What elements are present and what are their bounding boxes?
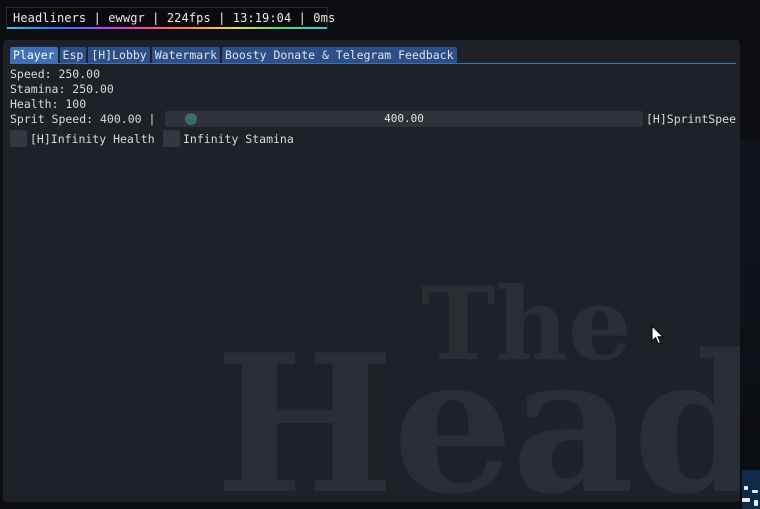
watermark-bar: Headliners | ewwgr | 224fps | 13:19:04 |… xyxy=(6,7,335,29)
menu-window[interactable]: The Head Player Esp [H]Lobby Watermark B… xyxy=(3,40,740,502)
game-screen: Headliners | ewwgr | 224fps | 13:19:04 |… xyxy=(0,0,760,509)
infinity-health-label: [H]Infinity Health xyxy=(30,131,155,146)
infinity-stamina-checkbox[interactable] xyxy=(163,130,180,147)
game-background-marks xyxy=(738,480,760,509)
background-logo-line2: Head xyxy=(215,313,740,503)
speed-readout: Speed: 250.00 xyxy=(10,67,101,81)
tab-donate-feedback[interactable]: Boosty Donate & Telegram Feedback xyxy=(222,47,457,63)
tab-watermark[interactable]: Watermark xyxy=(151,47,221,63)
tab-esp[interactable]: Esp xyxy=(59,47,87,63)
tab-bar: Player Esp [H]Lobby Watermark Boosty Don… xyxy=(10,47,459,63)
health-readout: Health: 100 xyxy=(10,97,87,111)
sprint-speed-value: 400.00 xyxy=(384,112,424,125)
sprint-speed-label: Sprit Speed: 400.00 | xyxy=(10,112,156,126)
tab-player[interactable]: Player xyxy=(10,47,58,63)
tab-lobby[interactable]: [H]Lobby xyxy=(88,47,150,63)
mouse-pointer-icon xyxy=(651,325,665,345)
watermark-text: Headliners | ewwgr | 224fps | 13:19:04 |… xyxy=(13,11,336,25)
tab-divider xyxy=(10,63,736,64)
infinity-health-checkbox[interactable] xyxy=(10,130,27,147)
infinity-health-toggle[interactable]: [H]Infinity Health xyxy=(10,130,155,147)
infinity-stamina-toggle[interactable]: Infinity Stamina xyxy=(163,130,294,147)
sprint-speed-slider-label: [H]SprintSpee xyxy=(646,112,737,126)
stamina-readout: Stamina: 250.00 xyxy=(10,82,114,96)
infinity-stamina-label: Infinity Stamina xyxy=(183,131,294,146)
game-background xyxy=(740,140,760,509)
sprint-speed-slider[interactable]: 400.00 xyxy=(165,111,643,127)
